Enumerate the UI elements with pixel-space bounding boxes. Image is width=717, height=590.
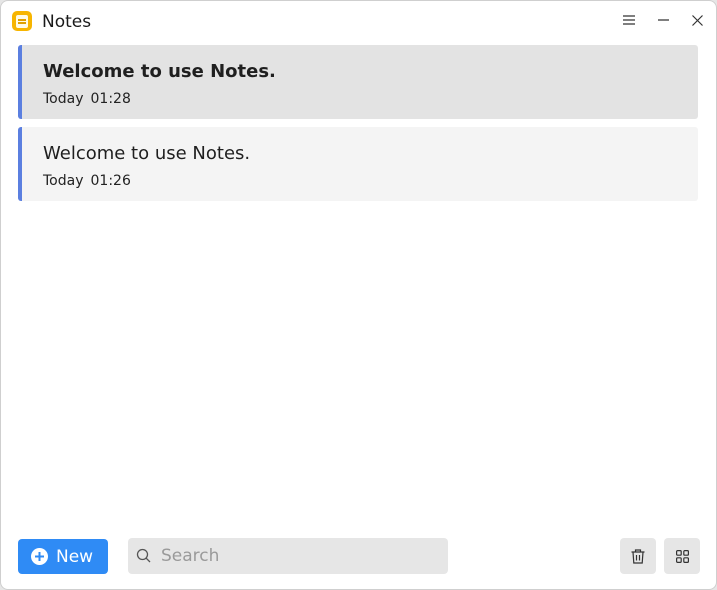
new-note-label: New <box>56 547 94 567</box>
note-day: Today <box>43 173 84 189</box>
title-bar: Notes <box>1 1 716 43</box>
grid-view-icon <box>675 549 689 563</box>
notes-window: Notes Welcome to use Notes. Today 01:28 W… <box>0 0 717 590</box>
new-note-button[interactable]: New <box>18 539 108 574</box>
search-icon <box>136 548 151 563</box>
note-title: Welcome to use Notes. <box>43 61 276 82</box>
grid-view-button[interactable] <box>664 538 700 574</box>
note-timestamp: Today 01:26 <box>43 173 138 189</box>
note-list-item-selected[interactable]: Welcome to use Notes. Today 01:28 <box>18 45 698 119</box>
menu-button[interactable] <box>617 9 641 31</box>
window-title: Notes <box>42 12 92 32</box>
minimize-icon <box>657 19 669 21</box>
trash-icon <box>631 548 645 564</box>
note-day: Today <box>43 91 84 107</box>
close-button[interactable] <box>685 9 709 31</box>
minimize-button[interactable] <box>651 9 675 31</box>
search-box[interactable] <box>128 538 448 574</box>
note-time: 01:28 <box>90 91 131 107</box>
notes-app-icon <box>12 11 32 31</box>
delete-note-button[interactable] <box>620 538 656 574</box>
note-timestamp: Today 01:28 <box>43 91 138 107</box>
note-time: 01:26 <box>90 173 131 189</box>
note-list-item[interactable]: Welcome to use Notes. Today 01:26 <box>18 127 698 201</box>
note-title: Welcome to use Notes. <box>43 143 251 164</box>
close-icon <box>691 14 703 26</box>
hamburger-menu-icon <box>623 15 635 25</box>
plus-circle-icon <box>31 548 48 565</box>
search-input[interactable] <box>161 538 441 574</box>
